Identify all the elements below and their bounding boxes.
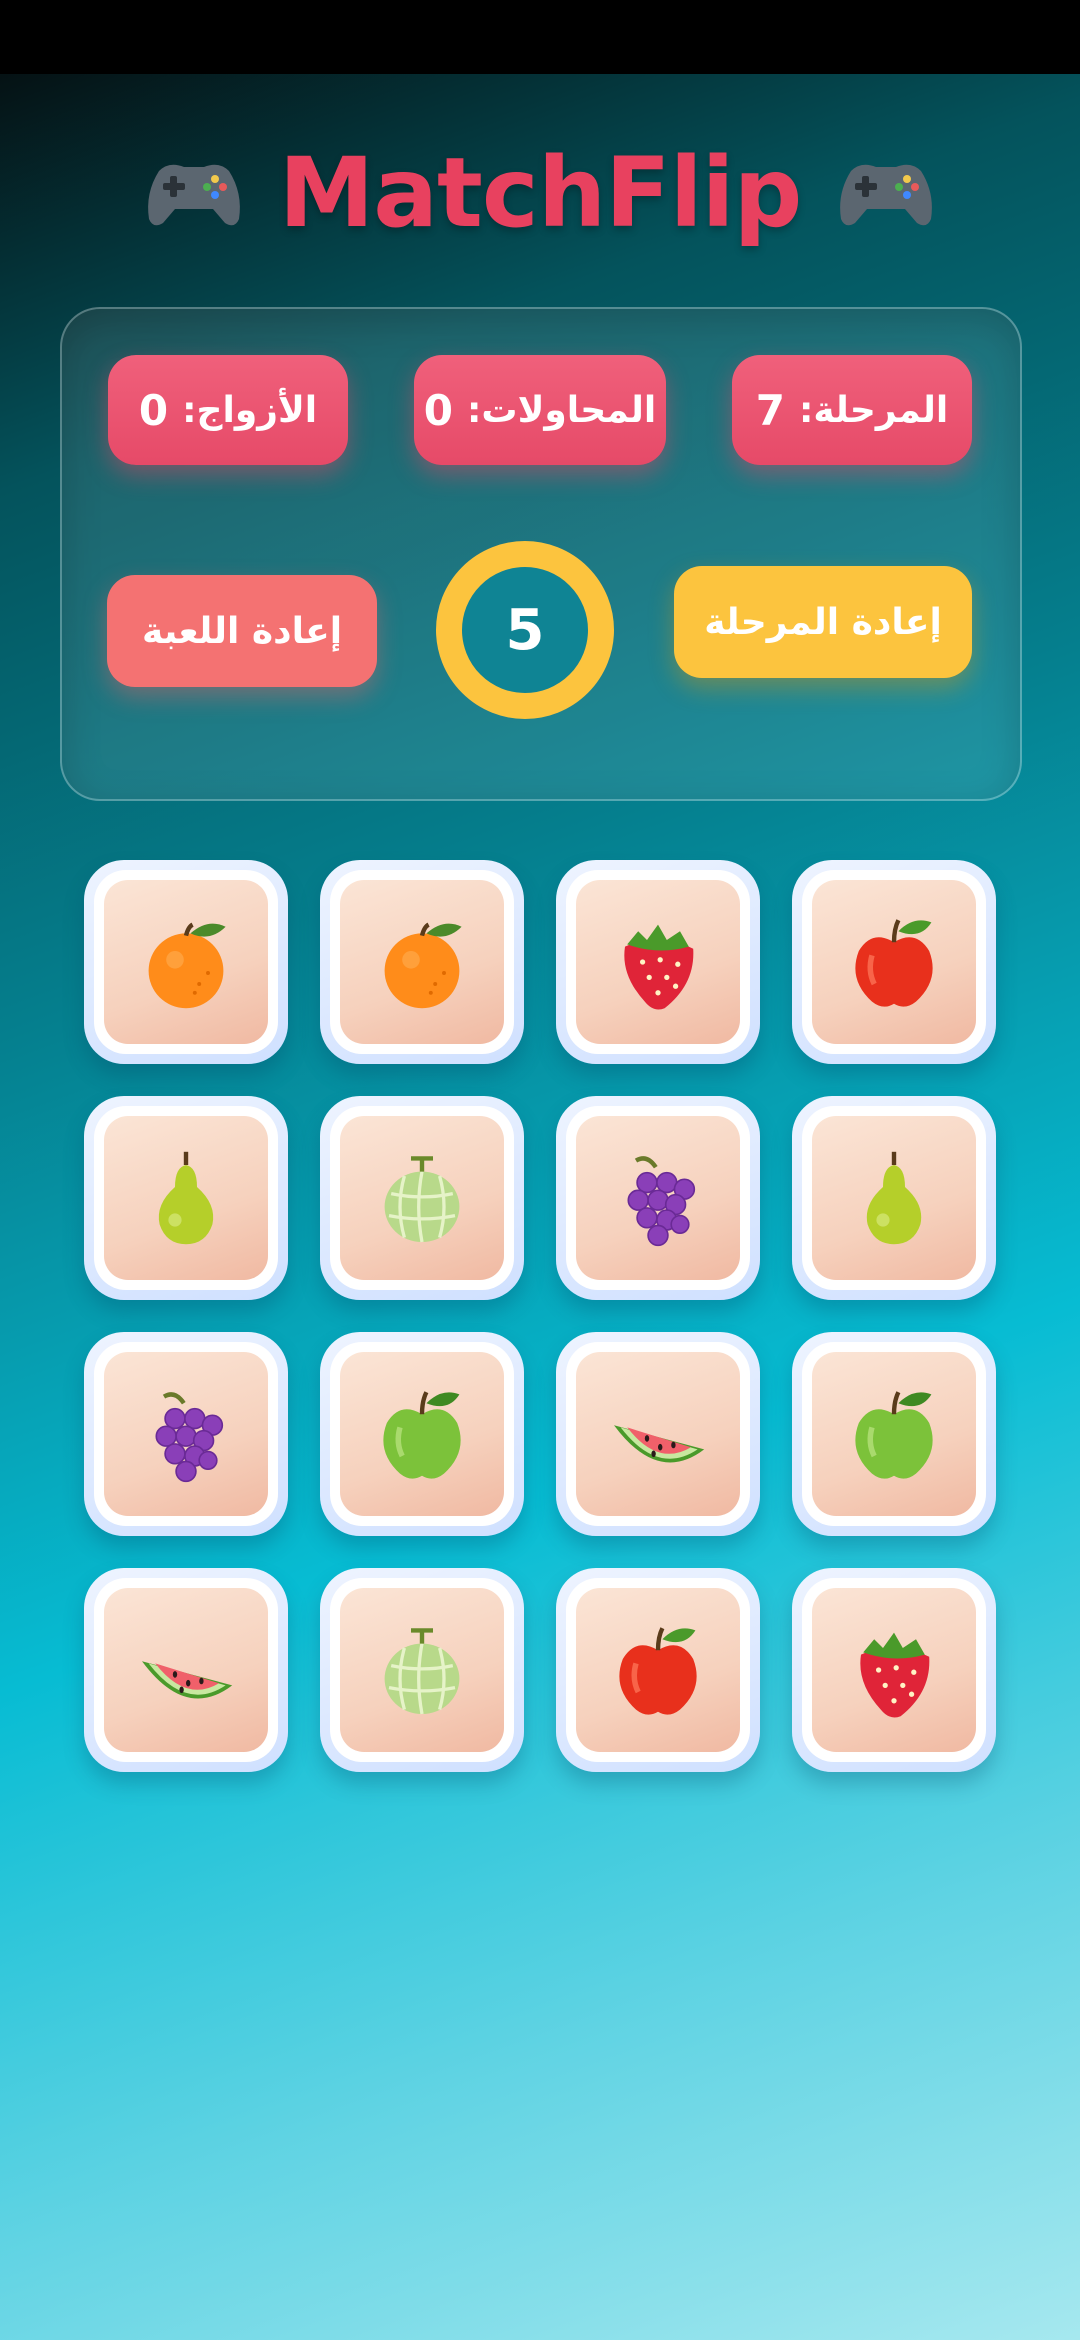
card-border [94, 1578, 278, 1762]
card-face [812, 1352, 976, 1516]
memory-card[interactable] [320, 1568, 524, 1772]
memory-card[interactable] [320, 860, 524, 1064]
memory-card[interactable] [556, 860, 760, 1064]
gamepad-icon [147, 164, 240, 226]
memory-card[interactable] [84, 1096, 288, 1300]
memory-card[interactable] [792, 1332, 996, 1536]
attempts-value: 0 [423, 385, 454, 435]
pear-icon [158, 1151, 214, 1245]
orange-icon [384, 922, 462, 1009]
memory-card[interactable] [556, 1568, 760, 1772]
title-bar: MatchFlip [0, 137, 1080, 249]
card-face [812, 1588, 976, 1752]
card-border [330, 1342, 514, 1526]
pear-icon [866, 1151, 922, 1245]
pairs-label: الأزواج: [182, 389, 318, 431]
memory-card[interactable] [84, 1568, 288, 1772]
strawberry-icon [624, 924, 694, 1010]
memory-card[interactable] [792, 1096, 996, 1300]
pairs-stat: الأزواج: 0 [108, 355, 348, 465]
watermelon-icon [142, 1661, 233, 1699]
level-stat: المرحلة: 7 [732, 355, 972, 465]
card-face [104, 1352, 268, 1516]
memory-card[interactable] [84, 1332, 288, 1536]
card-border [566, 1106, 750, 1290]
strawberry-icon [860, 1632, 930, 1718]
grapes-icon [155, 1392, 224, 1483]
card-face [340, 1588, 504, 1752]
card-face [812, 880, 976, 1044]
melon-icon [384, 1156, 460, 1243]
card-grid [84, 860, 998, 1772]
restart-level-button[interactable]: إعادة المرحلة [674, 566, 972, 678]
countdown-timer: 5 [436, 541, 614, 719]
card-face [340, 880, 504, 1044]
card-face [576, 1588, 740, 1752]
card-face [340, 1116, 504, 1280]
card-face [104, 1588, 268, 1752]
card-border [566, 1342, 750, 1526]
memory-card[interactable] [84, 860, 288, 1064]
orange-icon [148, 922, 226, 1009]
level-value: 7 [755, 385, 785, 435]
pairs-value: 0 [138, 385, 169, 435]
green-apple-icon [383, 1391, 461, 1479]
card-border [330, 1106, 514, 1290]
card-face [340, 1352, 504, 1516]
card-face [812, 1116, 976, 1280]
red-apple-icon [855, 919, 933, 1007]
card-face [576, 880, 740, 1044]
level-label: المرحلة: [798, 389, 949, 431]
card-border [802, 1342, 986, 1526]
attempts-stat: المحاولات: 0 [414, 355, 666, 465]
memory-card[interactable] [320, 1332, 524, 1536]
card-face [104, 880, 268, 1044]
card-border [330, 870, 514, 1054]
memory-card[interactable] [556, 1332, 760, 1536]
card-border [802, 1578, 986, 1762]
grapes-icon [627, 1156, 696, 1247]
attempts-label: المحاولات: [467, 389, 657, 431]
gamepad-icon [840, 164, 933, 226]
card-border [94, 870, 278, 1054]
card-border [330, 1578, 514, 1762]
memory-card[interactable] [792, 860, 996, 1064]
app-title: MatchFlip [278, 137, 803, 249]
card-border [802, 1106, 986, 1290]
card-face [104, 1116, 268, 1280]
status-bar [0, 0, 1080, 74]
green-apple-icon [855, 1391, 933, 1479]
card-face [576, 1352, 740, 1516]
red-apple-icon [619, 1627, 697, 1715]
card-border [802, 870, 986, 1054]
melon-icon [384, 1628, 460, 1715]
restart-game-button[interactable]: إعادة اللعبة [107, 575, 377, 687]
memory-card[interactable] [320, 1096, 524, 1300]
memory-card[interactable] [792, 1568, 996, 1772]
card-border [566, 870, 750, 1054]
card-border [94, 1342, 278, 1526]
card-face [576, 1116, 740, 1280]
card-border [566, 1578, 750, 1762]
memory-card[interactable] [556, 1096, 760, 1300]
watermelon-icon [614, 1425, 705, 1463]
card-border [94, 1106, 278, 1290]
